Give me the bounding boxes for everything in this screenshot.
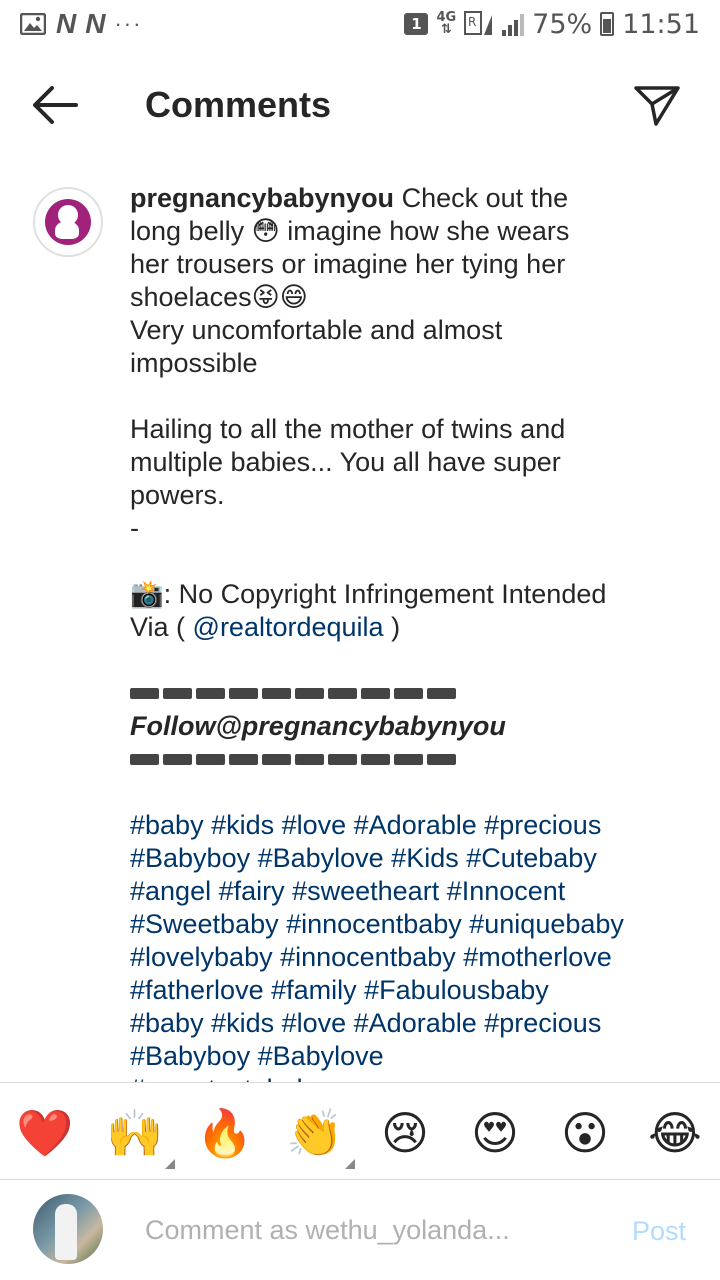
hashtag-line[interactable]: #baby #kids #love #Adorable #precious: [130, 1007, 690, 1040]
caption-line: shoelaces😝😄: [130, 282, 308, 312]
crying-face-emoji[interactable]: 😢: [375, 1103, 435, 1163]
hashtag-line[interactable]: #Babyboy #Babylove #Kids #Cutebaby: [130, 842, 690, 875]
hashtag-line[interactable]: #angel #fairy #sweetheart #Innocent: [130, 875, 690, 908]
surprised-face-emoji[interactable]: 😮: [555, 1103, 615, 1163]
hashtag-line[interactable]: #baby #kids #love #Adorable #precious: [130, 809, 690, 842]
caption-line: impossible: [130, 348, 258, 378]
mention-link[interactable]: @realtordequila: [193, 612, 384, 642]
caption-line: Hailing to all the mother of twins and: [130, 414, 566, 444]
red-heart-emoji[interactable]: ❤️: [15, 1103, 75, 1163]
divider-bars: [130, 743, 690, 776]
caption-line: -: [130, 513, 139, 543]
caption-line: her trousers or imagine her tying her: [130, 249, 566, 279]
caption-line: Via ( @realtordequila ): [130, 612, 401, 642]
comments-list[interactable]: pregnancybabynyou Check out the long bel…: [0, 0, 720, 1082]
post-button[interactable]: Post: [632, 1216, 686, 1247]
comment-composer: Post: [0, 1180, 720, 1280]
caption-line: multiple babies... You all have super: [130, 447, 561, 477]
skin-tone-corner-icon: [165, 1159, 175, 1169]
emoji-quick-bar: ❤️ 🙌 🔥 👏 😢 😍 😮 😂: [0, 1082, 720, 1180]
caption-line: 📸: No Copyright Infringement Intended: [130, 579, 607, 609]
fire-emoji[interactable]: 🔥: [195, 1103, 255, 1163]
follow-mention[interactable]: Follow@pregnancybabynyou: [130, 710, 690, 743]
clapping-hands-emoji[interactable]: 👏: [285, 1103, 355, 1169]
poster-avatar[interactable]: [33, 187, 103, 257]
heart-eyes-emoji[interactable]: 😍: [465, 1103, 525, 1163]
raising-hands-emoji[interactable]: 🙌: [105, 1103, 175, 1169]
hashtag-line[interactable]: #Babyboy #Babylove: [130, 1040, 690, 1073]
poster-username[interactable]: pregnancybabynyou: [130, 183, 394, 213]
hashtag-line[interactable]: #fatherlove #family #Fabulousbaby: [130, 974, 690, 1007]
hashtag-line[interactable]: #Sweetbaby #innocentbaby #uniquebaby: [130, 908, 690, 941]
hashtag-line[interactable]: #lovelybaby #innocentbaby #motherlove: [130, 941, 690, 974]
hashtag-line[interactable]: #sweetcutebaby: [130, 1073, 690, 1082]
caption-line: powers.: [130, 480, 225, 510]
divider-bars: [130, 677, 690, 710]
caption-line: [130, 380, 690, 413]
caption-line: [130, 545, 690, 578]
poster-avatar-image: [45, 199, 91, 245]
tears-of-joy-emoji[interactable]: 😂: [645, 1103, 705, 1163]
caption-line: pregnancybabynyou Check out the: [130, 183, 569, 213]
current-user-avatar: [33, 1194, 103, 1264]
caption-line: Very uncomfortable and almost: [130, 315, 503, 345]
skin-tone-corner-icon: [345, 1159, 355, 1169]
comment-input[interactable]: [145, 1210, 565, 1250]
caption-line: long belly 😳 imagine how she wears: [130, 216, 570, 246]
caption-comment: pregnancybabynyou Check out the long bel…: [130, 182, 690, 1082]
